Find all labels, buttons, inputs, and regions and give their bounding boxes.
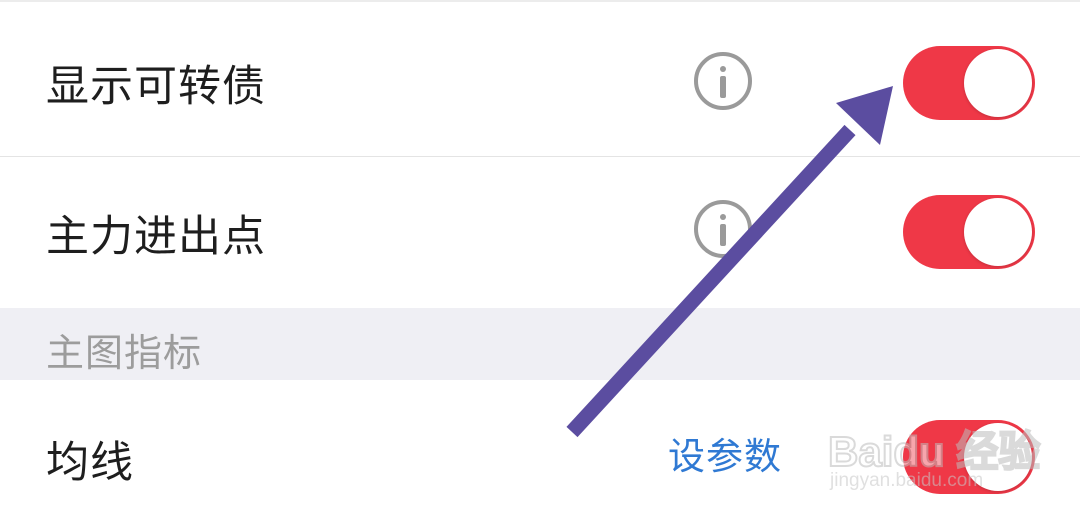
setting-row-show-convertible-bonds: 显示可转债 (0, 0, 1080, 156)
set-parameters-link[interactable]: 设参数 (668, 426, 782, 480)
main-force-points-toggle[interactable] (903, 195, 1035, 269)
setting-label: 均线 (46, 438, 134, 488)
section-header-main-chart-indicators: 主图指标 (0, 308, 1080, 380)
section-header-label: 主图指标 (46, 331, 203, 375)
setting-label: 主力进出点 (46, 212, 266, 262)
baidu-jingyan-watermark: Baidu 经验 jingyan.baidu.com (827, 398, 1068, 498)
info-circle-icon[interactable] (694, 52, 752, 110)
settings-screen: 显示可转债 主力进出点 主图指标 均线 设参数 Baidu 经验 jingyan… (0, 0, 1080, 518)
setting-label: 显示可转债 (46, 62, 266, 112)
toggle-knob (964, 198, 1032, 266)
setting-row-main-force-points: 主力进出点 (0, 157, 1080, 307)
show-convertible-bonds-toggle[interactable] (903, 46, 1035, 120)
toggle-knob (964, 49, 1032, 117)
info-circle-icon[interactable] (694, 200, 752, 258)
watermark-url: jingyan.baidu.com (830, 470, 984, 491)
